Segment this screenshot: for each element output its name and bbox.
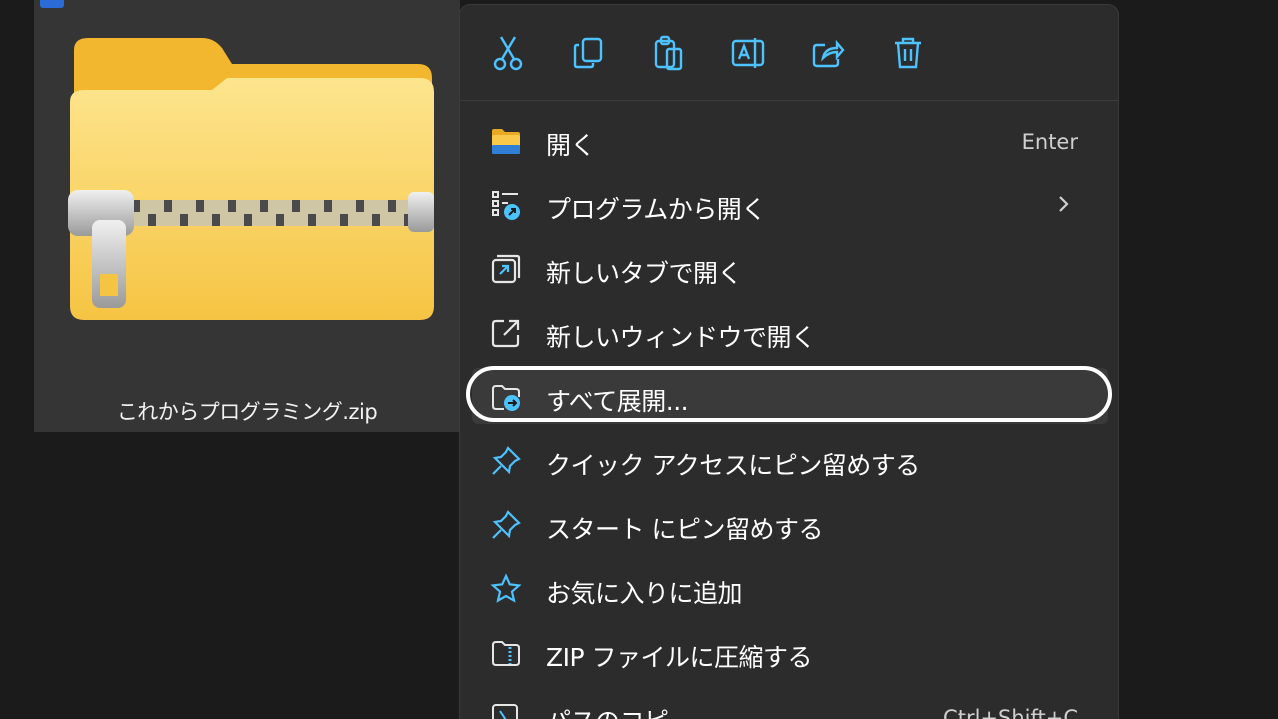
- pin-icon: [492, 510, 521, 539]
- copy-icon: [573, 37, 603, 69]
- menu-item-label: すべて展開...: [546, 387, 689, 416]
- menu-item-label: パスのコピー: [546, 702, 694, 719]
- file-name-label[interactable]: これからプログラミング.zip: [34, 396, 460, 426]
- share-icon: [812, 39, 845, 68]
- chevron-right-icon: [1059, 196, 1069, 212]
- new-window-icon: [491, 319, 520, 348]
- menu-item-label: プログラムから開く: [546, 195, 766, 224]
- scissors-icon: [493, 36, 523, 71]
- menu-item-shortcut: Ctrl+Shift+C: [943, 706, 1078, 719]
- menu-item-add-favorites[interactable]: お気に入りに追加: [472, 560, 1108, 616]
- explorer-window: これからプログラミング.zip 開く Enter プログラムから開く 新しいタブ…: [0, 0, 1278, 719]
- menu-item-pin-quick-access[interactable]: クイック アクセスにピン留めする: [472, 432, 1108, 488]
- menu-item-open-with[interactable]: プログラムから開く: [472, 176, 1108, 232]
- new-tab-icon: [491, 254, 521, 284]
- copy-button[interactable]: [568, 33, 608, 73]
- menu-item-label: クイック アクセスにピン留めする: [546, 451, 920, 480]
- cut-button[interactable]: [488, 33, 528, 73]
- menu-item-label: 開く: [546, 131, 596, 160]
- trash-icon: [895, 37, 921, 69]
- menu-item-extract-all[interactable]: すべて展開...: [472, 368, 1108, 424]
- menu-item-label: お気に入りに追加: [546, 579, 743, 608]
- copy-path-icon: [492, 704, 518, 719]
- open-with-icon: [492, 191, 520, 220]
- share-button[interactable]: [808, 33, 848, 73]
- delete-button[interactable]: [888, 33, 928, 73]
- zip-folder-icon: [68, 38, 434, 320]
- rename-button[interactable]: [728, 33, 768, 73]
- rename-icon: [731, 38, 765, 68]
- folder-icon: [492, 129, 520, 154]
- menu-item-label: 新しいタブで開く: [546, 259, 743, 288]
- menu-item-label: スタート にピン留めする: [546, 515, 823, 544]
- menu-item-open[interactable]: 開く Enter: [472, 112, 1108, 168]
- selection-checkbox[interactable]: [40, 0, 64, 8]
- zip-compress-icon: [492, 641, 520, 666]
- menu-item-compress-zip[interactable]: ZIP ファイルに圧縮する: [472, 624, 1108, 680]
- menu-item-label: ZIP ファイルに圧縮する: [546, 643, 813, 672]
- menu-item-copy-path[interactable]: パスのコピー Ctrl+Shift+C: [472, 688, 1108, 719]
- pin-icon: [492, 446, 521, 475]
- menu-item-open-new-tab[interactable]: 新しいタブで開く: [472, 240, 1108, 296]
- star-icon: [490, 573, 522, 603]
- paste-button[interactable]: [648, 33, 688, 73]
- quick-action-toolbar: [460, 5, 1118, 101]
- extract-icon: [492, 385, 520, 411]
- menu-item-open-new-window[interactable]: 新しいウィンドウで開く: [472, 304, 1108, 360]
- paste-icon: [654, 35, 683, 71]
- menu-item-shortcut: Enter: [1021, 130, 1078, 154]
- menu-item-label: 新しいウィンドウで開く: [546, 323, 816, 352]
- context-menu: 開く Enter プログラムから開く 新しいタブで開く 新しいウィンドウで開く …: [460, 5, 1118, 719]
- menu-item-pin-start[interactable]: スタート にピン留めする: [472, 496, 1108, 552]
